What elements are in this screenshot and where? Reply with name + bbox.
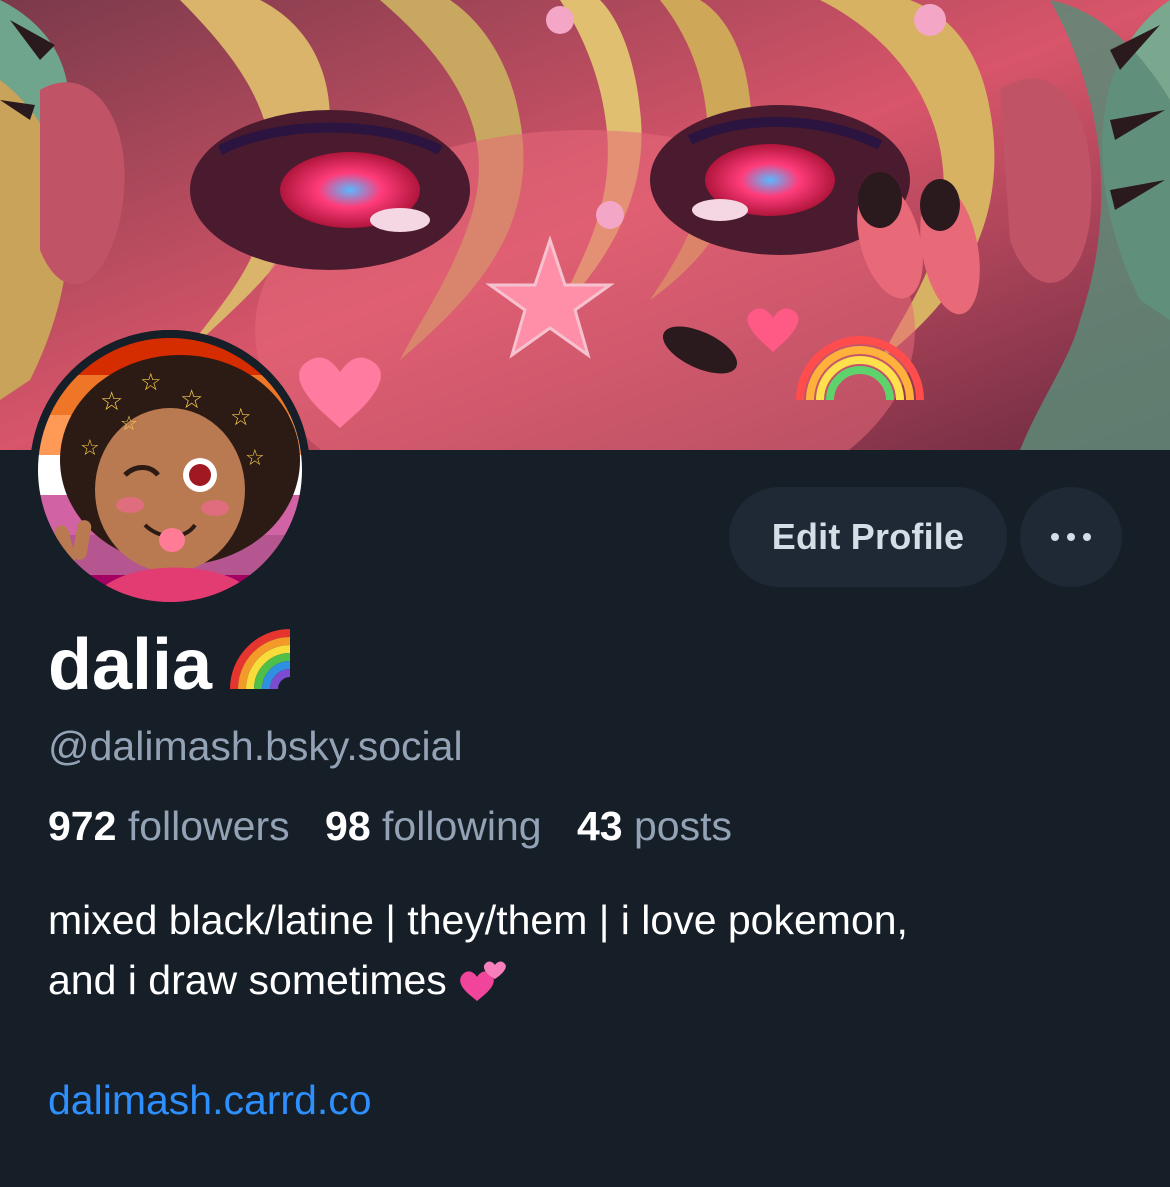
profile-bio: mixed black/latine | they/them | i love … [48, 890, 1128, 1018]
edit-profile-button[interactable]: Edit Profile [729, 487, 1007, 587]
profile-handle: @dalimash.bsky.social [48, 723, 463, 769]
following-label: following [382, 803, 542, 849]
profile-stats: 972 followers 98 following 43 posts [48, 798, 756, 854]
followers-stat[interactable]: 972 followers [48, 803, 290, 849]
svg-text:☆: ☆ [80, 436, 100, 461]
bio-line-2-wrap: and i draw sometimes [48, 950, 1128, 1018]
posts-label: posts [634, 803, 732, 849]
following-count: 98 [325, 803, 371, 849]
display-name-text: dalia [48, 625, 213, 705]
posts-count: 43 [576, 803, 623, 849]
display-name: dalia [48, 620, 298, 716]
two-hearts-emoji-icon [457, 952, 507, 1018]
svg-text:☆: ☆ [120, 411, 138, 435]
svg-text:☆: ☆ [180, 385, 203, 415]
posts-stat: 43 posts [577, 803, 732, 849]
bio-line-2: and i draw sometimes [48, 957, 447, 1003]
avatar[interactable]: ☆ ☆ ☆ ☆ ☆ ☆ ☆ [30, 330, 310, 610]
ellipsis-icon [1047, 533, 1095, 541]
svg-text:☆: ☆ [230, 403, 252, 431]
more-options-button[interactable] [1020, 487, 1122, 587]
avatar-image: ☆ ☆ ☆ ☆ ☆ ☆ ☆ [30, 330, 310, 610]
followers-label: followers [127, 803, 290, 849]
bio-line-1: mixed black/latine | they/them | i love … [48, 897, 908, 943]
rainbow-emoji-icon [226, 623, 298, 716]
profile-link[interactable]: dalimash.carrd.co [48, 1072, 372, 1128]
following-stat[interactable]: 98 following [325, 803, 542, 849]
svg-text:☆: ☆ [245, 446, 265, 471]
followers-count: 972 [48, 803, 117, 849]
svg-text:☆: ☆ [140, 368, 162, 396]
